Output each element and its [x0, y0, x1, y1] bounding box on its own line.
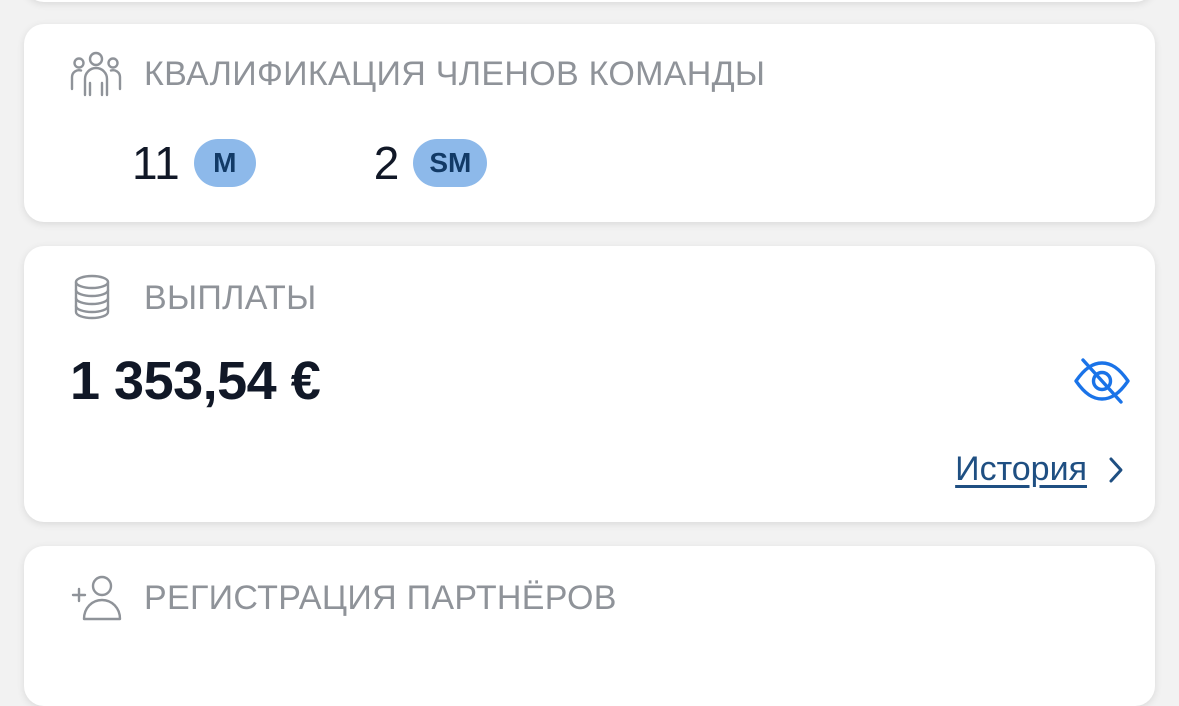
history-link[interactable]: История — [955, 450, 1125, 489]
team-icon — [70, 48, 122, 100]
history-label: История — [955, 450, 1087, 488]
qualification-item-sm[interactable]: 2 SM — [374, 136, 488, 190]
payout-amount: 1 353,54 € — [70, 351, 321, 411]
partner-registration-header: РЕГИСТРАЦИЯ ПАРТНЁРОВ — [70, 572, 617, 624]
chevron-right-icon — [1107, 455, 1125, 485]
qualification-count: 2 — [373, 137, 400, 189]
qualification-badge: M — [193, 139, 256, 187]
qualification-badge: SM — [413, 139, 488, 187]
partner-registration-card: РЕГИСТРАЦИЯ ПАРТНЁРОВ — [24, 546, 1155, 706]
payouts-title: ВЫПЛАТЫ — [144, 278, 317, 317]
partner-registration-title: РЕГИСТРАЦИЯ ПАРТНЁРОВ — [144, 578, 617, 617]
qualification-summary: 11 M 2 SM — [132, 136, 605, 190]
eye-off-icon — [1073, 356, 1131, 411]
coins-stack-icon — [70, 272, 122, 324]
previous-card — [24, 0, 1155, 2]
add-user-icon — [70, 572, 122, 624]
qualification-item-m[interactable]: 11 M — [132, 136, 256, 190]
team-qualification-card: КВАЛИФИКАЦИЯ ЧЛЕНОВ КОМАНДЫ 11 M 2 SM — [24, 24, 1155, 222]
team-qualification-header: КВАЛИФИКАЦИЯ ЧЛЕНОВ КОМАНДЫ — [70, 48, 765, 100]
qualification-count: 11 — [132, 137, 180, 189]
team-qualification-title: КВАЛИФИКАЦИЯ ЧЛЕНОВ КОМАНДЫ — [144, 54, 766, 93]
payouts-card: ВЫПЛАТЫ 1 353,54 € История — [24, 246, 1155, 522]
payouts-header: ВЫПЛАТЫ — [70, 272, 317, 324]
toggle-visibility-button[interactable] — [1073, 356, 1131, 411]
